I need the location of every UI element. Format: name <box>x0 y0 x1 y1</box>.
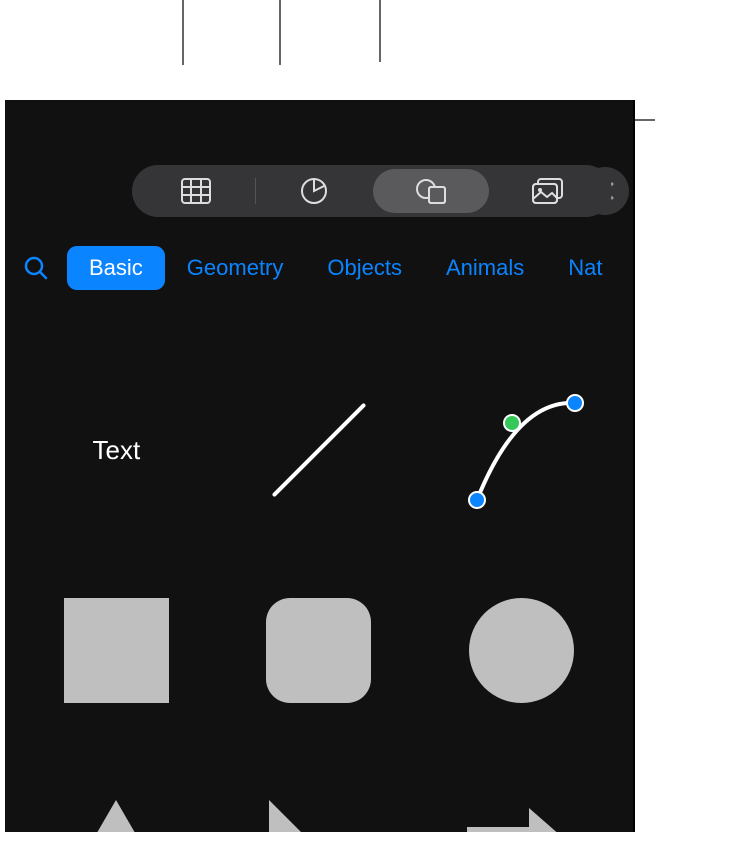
shapes-panel: Basic Geometry Objects Animals Nat Text <box>5 100 633 832</box>
search-button[interactable] <box>15 247 57 289</box>
image-icon <box>532 178 564 204</box>
chart-tool-button[interactable] <box>256 169 373 213</box>
shape-right-triangle[interactable] <box>228 750 411 832</box>
category-tab-nature[interactable]: Nat <box>546 246 624 290</box>
text-shape-label: Text <box>92 435 140 466</box>
triangle-icon <box>58 800 174 832</box>
shape-text[interactable]: Text <box>25 350 208 550</box>
line-icon <box>269 400 369 500</box>
chart-icon <box>300 177 328 205</box>
table-tool-button[interactable] <box>138 169 255 213</box>
shape-triangle[interactable] <box>25 750 208 832</box>
circle-icon <box>469 598 574 703</box>
panel-right-edge <box>633 100 635 832</box>
arrow-right-icon <box>467 822 577 832</box>
category-tab-basic[interactable]: Basic <box>67 246 165 290</box>
image-tool-button[interactable] <box>489 169 606 213</box>
category-tab-animals[interactable]: Animals <box>424 246 546 290</box>
shape-circle[interactable] <box>430 550 613 750</box>
shape-curve[interactable] <box>430 350 613 550</box>
shape-line[interactable] <box>228 350 411 550</box>
square-icon <box>64 598 169 703</box>
curve-icon <box>457 385 587 515</box>
search-icon <box>23 255 49 281</box>
shape-categories: Basic Geometry Objects Animals Nat <box>5 240 633 295</box>
shape-square[interactable] <box>25 550 208 750</box>
category-tab-objects[interactable]: Objects <box>305 246 424 290</box>
shape-arrow-right[interactable] <box>430 750 613 832</box>
rounded-square-icon <box>266 598 371 703</box>
shape-icon <box>415 177 447 205</box>
shapes-grid: Text <box>5 320 633 832</box>
right-triangle-icon <box>269 800 369 832</box>
table-icon <box>181 178 211 204</box>
shape-rounded-square[interactable] <box>228 550 411 750</box>
category-tab-geometry[interactable]: Geometry <box>165 246 306 290</box>
insert-toolbar <box>132 165 612 217</box>
shape-tool-button[interactable] <box>373 169 490 213</box>
